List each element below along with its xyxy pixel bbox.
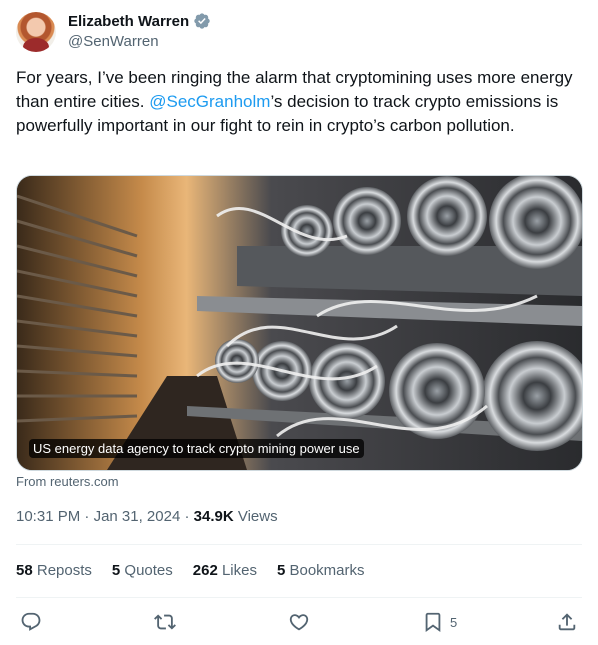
author-name-row: Elizabeth Warren [68, 12, 211, 30]
repost-button[interactable] [154, 605, 176, 639]
tweet-text: For years, I’ve been ringing the alarm t… [16, 66, 576, 138]
mention-link[interactable]: @SecGranholm [149, 92, 270, 111]
bookmarks-label: Bookmarks [285, 562, 365, 579]
divider [16, 597, 582, 598]
card-source[interactable]: From reuters.com [16, 474, 119, 489]
crypto-mining-photo [17, 176, 582, 470]
reposts-count: 58 [16, 562, 33, 579]
tweet-date[interactable]: Jan 31, 2024 [94, 508, 181, 525]
engagement-stats: 58 Reposts 5 Quotes 262 Likes 5 Bookmark… [16, 562, 365, 579]
quotes-stat[interactable]: 5 Quotes [112, 562, 173, 579]
verified-icon [194, 13, 210, 29]
bookmark-count: 5 [450, 614, 458, 630]
likes-stat[interactable]: 262 Likes [193, 562, 257, 579]
likes-label: Likes [217, 562, 257, 579]
avatar[interactable] [16, 12, 56, 52]
tweet-time[interactable]: 10:31 PM [16, 508, 80, 525]
meta-separator: · [180, 508, 194, 525]
reposts-stat[interactable]: 58 Reposts [16, 562, 92, 579]
reply-icon [21, 612, 41, 631]
meta-separator: · [80, 508, 94, 525]
quotes-label: Quotes [120, 562, 173, 579]
bookmark-button[interactable]: 5 [422, 605, 457, 639]
author-name[interactable]: Elizabeth Warren [68, 13, 189, 30]
card-caption: US energy data agency to track crypto mi… [29, 439, 364, 458]
reposts-label: Reposts [32, 562, 92, 579]
action-bar: 5 [16, 605, 582, 639]
likes-count: 262 [192, 562, 218, 579]
repost-icon [154, 614, 176, 630]
bookmarks-stat[interactable]: 5 Bookmarks [277, 562, 365, 579]
author-handle[interactable]: @SenWarren [68, 33, 159, 50]
views-label: Views [233, 508, 278, 525]
quotes-count: 5 [111, 562, 121, 579]
divider [16, 544, 582, 545]
tweet-meta: 10:31 PM · Jan 31, 2024 · 34.9K Views [16, 508, 278, 525]
views-count: 34.9K [193, 508, 234, 525]
share-button[interactable] [556, 605, 578, 639]
share-icon [558, 613, 576, 631]
link-card-image[interactable]: US energy data agency to track crypto mi… [16, 175, 583, 471]
tweet-header: Elizabeth Warren @SenWarren [16, 12, 582, 56]
bookmark-icon [425, 612, 441, 633]
reply-button[interactable] [20, 605, 42, 639]
like-icon [289, 614, 309, 631]
like-button[interactable] [288, 605, 310, 639]
